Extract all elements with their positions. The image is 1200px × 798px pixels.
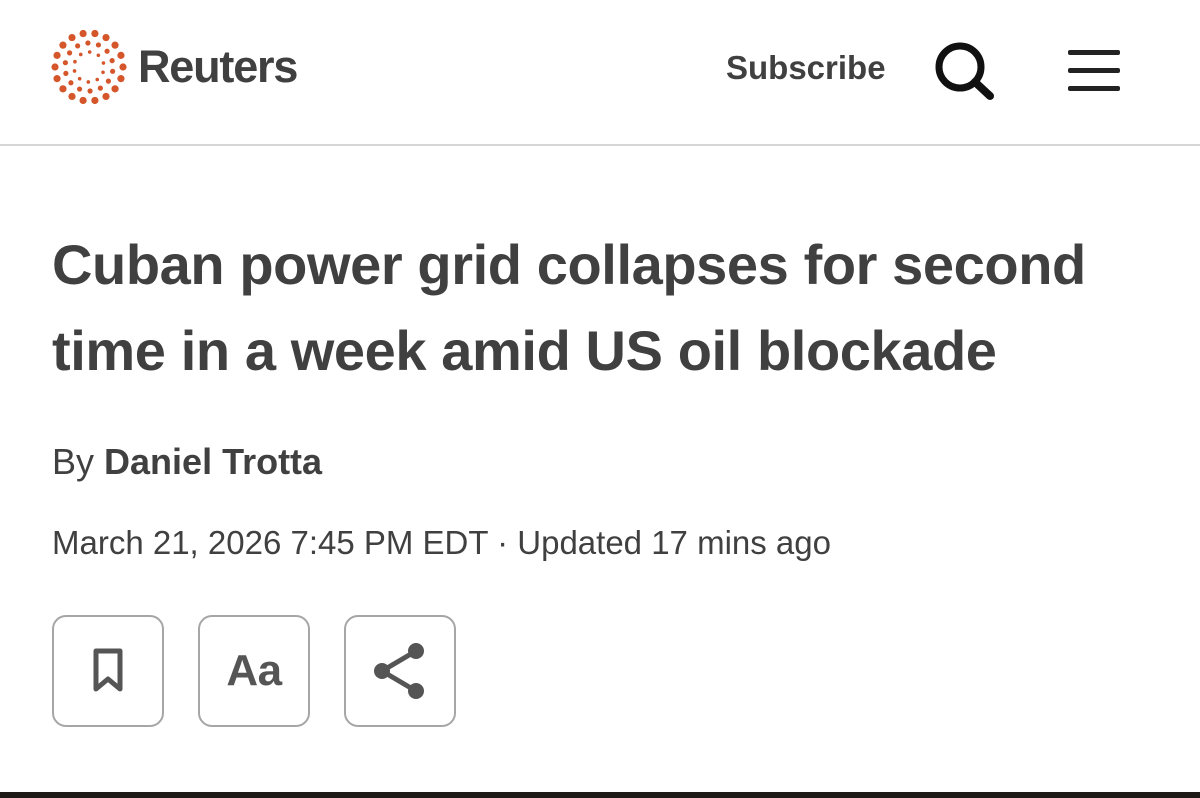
byline: By Daniel Trotta xyxy=(52,438,322,486)
subscribe-button[interactable]: Subscribe xyxy=(726,46,886,90)
logo-dot xyxy=(119,63,127,71)
logo-dot xyxy=(95,42,102,48)
logo-dot xyxy=(53,51,61,59)
site-header: Reuters Subscribe xyxy=(0,0,1200,146)
reuters-logo[interactable]: Reuters xyxy=(50,28,298,106)
logo-dot xyxy=(79,29,87,38)
logo-dot xyxy=(75,43,81,49)
logo-dot xyxy=(102,92,110,101)
logo-dot xyxy=(117,51,125,59)
logo-dot xyxy=(85,40,91,46)
logo-dot xyxy=(102,33,110,42)
logo-dot xyxy=(111,85,119,93)
logo-dot xyxy=(68,92,76,101)
share-icon xyxy=(374,643,424,699)
logo-dot xyxy=(68,80,74,86)
logo-dot xyxy=(68,33,76,42)
reuters-logo-mark-icon xyxy=(51,29,127,105)
logo-dot xyxy=(87,50,92,54)
logo-dot xyxy=(77,76,82,81)
bookmark-icon xyxy=(93,648,123,692)
article-page: Reuters Subscribe Cuban power grid colla… xyxy=(0,0,1200,798)
logo-dot xyxy=(111,41,119,49)
logo-dot xyxy=(97,85,103,91)
search-icon xyxy=(935,42,994,100)
logo-dot xyxy=(73,59,77,64)
logo-dot xyxy=(101,70,105,75)
logo-dot xyxy=(101,61,106,65)
logo-dot xyxy=(95,77,100,82)
logo-dot xyxy=(110,68,116,74)
bookmark-button[interactable] xyxy=(52,615,164,727)
bottom-edge xyxy=(0,792,1200,798)
logo-dot xyxy=(78,52,83,57)
logo-dot xyxy=(53,75,61,83)
logo-dot xyxy=(63,70,69,76)
dateline: March 21, 2026 7:45 PM EDT · Updated 17 … xyxy=(52,524,831,561)
share-button[interactable] xyxy=(344,615,456,727)
logo-dot xyxy=(66,50,73,56)
logo-dot xyxy=(76,86,83,92)
article-actions: Aa xyxy=(52,615,456,727)
menu-button[interactable] xyxy=(1062,44,1126,96)
logo-dot xyxy=(105,78,112,84)
logo-dot xyxy=(96,53,101,58)
hamburger-menu-icon xyxy=(1068,50,1120,91)
byline-prefix: By xyxy=(52,441,95,482)
brand-name: Reuters xyxy=(138,41,298,92)
logo-dot xyxy=(62,60,68,66)
logo-dot xyxy=(87,88,93,94)
logo-dot xyxy=(86,80,91,84)
logo-dot xyxy=(51,63,59,71)
logo-dot xyxy=(72,69,77,73)
author-link[interactable]: Daniel Trotta xyxy=(104,441,322,482)
text-size-button[interactable]: Aa xyxy=(198,615,310,727)
logo-dot xyxy=(109,58,115,64)
logo-dot xyxy=(91,96,99,105)
text-size-label: Aa xyxy=(226,646,282,695)
logo-dot xyxy=(59,85,67,93)
article-headline: Cuban power grid collapses for second ti… xyxy=(52,233,1086,382)
logo-dot xyxy=(104,48,110,54)
logo-dot xyxy=(91,29,99,38)
logo-dot xyxy=(59,41,67,49)
logo-dot xyxy=(79,96,87,105)
search-button[interactable] xyxy=(930,38,1000,104)
logo-dot xyxy=(117,75,125,83)
